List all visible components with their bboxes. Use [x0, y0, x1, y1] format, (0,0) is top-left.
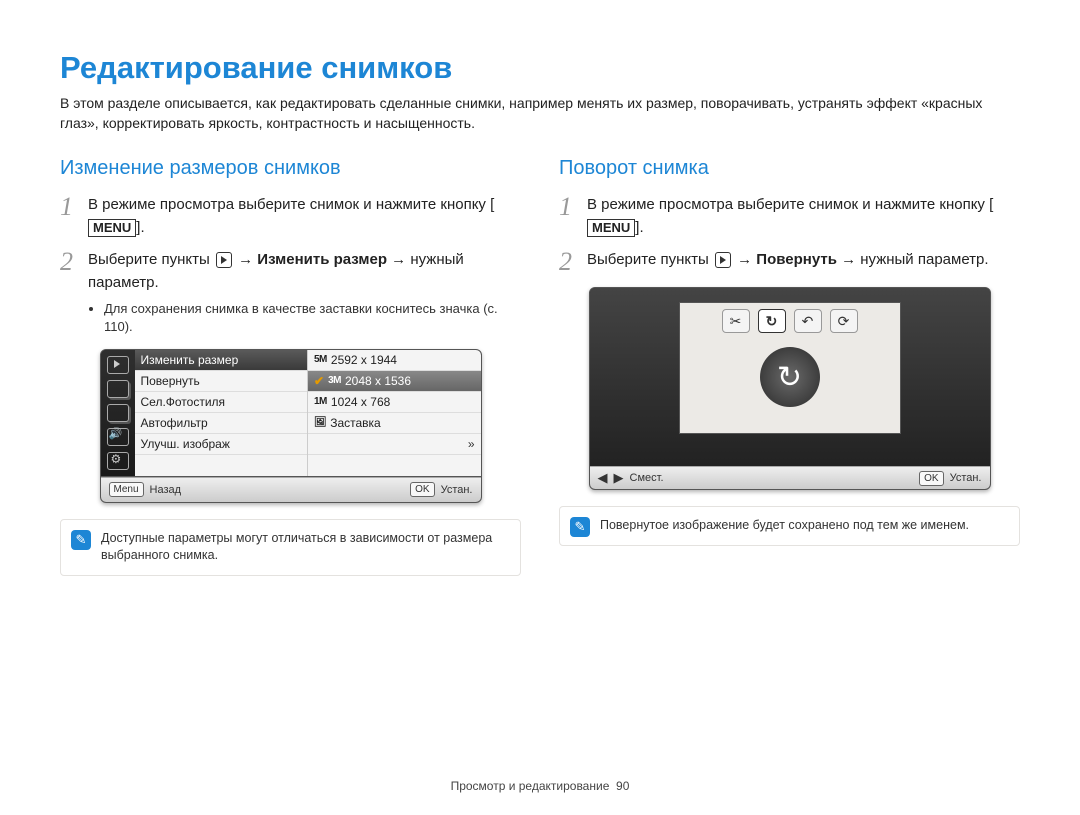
info-note-right: ✎ Повернутое изображение будет сохранено… — [559, 506, 1020, 546]
rotate-crop-icon[interactable]: ✂ — [722, 309, 750, 333]
camera-menu-list: Изменить размер Повернуть Сел.Фотостиля … — [135, 350, 309, 476]
note-text: Повернутое изображение будет сохранено п… — [600, 518, 969, 532]
step-body: В режиме просмотра выберите снимок и наж… — [88, 194, 521, 239]
menu-key: MENU — [88, 219, 136, 237]
menu-item[interactable]: Автофильтр — [135, 413, 308, 434]
set-label: Устан. — [950, 472, 982, 484]
ok-key: OK — [410, 482, 434, 497]
camera-footer: ◀ ▶ Смест. OK Устан. — [590, 466, 990, 489]
page-title: Редактирование снимков — [60, 50, 1020, 86]
menu-item[interactable]: Сел.Фотостиля — [135, 392, 308, 413]
rotate-flip-icon[interactable]: ⟳ — [830, 309, 858, 333]
footer-page-number: 90 — [616, 779, 629, 793]
menu-key: Menu — [109, 482, 144, 497]
check-icon: ✔ — [314, 371, 324, 391]
camera-side-icons — [101, 350, 135, 476]
menu-item[interactable]: Повернуть — [135, 371, 308, 392]
menu-item[interactable]: Улучш. изображ — [135, 434, 308, 455]
play-icon — [715, 252, 731, 268]
left-column: Изменение размеров снимков 1 В режиме пр… — [60, 157, 521, 575]
page-footer: Просмотр и редактирование 90 — [0, 779, 1080, 793]
camera-rotate-ui: ✂ ↻ ↶ ⟳ ↻ ◀ ▶ Смест. OK Устан. — [589, 287, 991, 490]
right-column: Поворот снимка 1 В режиме просмотра выбе… — [559, 157, 1020, 575]
menu-key: MENU — [587, 219, 635, 237]
manual-page: Редактирование снимков В этом разделе оп… — [0, 0, 1080, 815]
step-number: 2 — [60, 249, 78, 275]
settings-icon — [107, 452, 129, 470]
option-more[interactable]: » — [308, 434, 481, 455]
multi-view-icon — [107, 380, 129, 398]
info-icon: ✎ — [71, 530, 91, 550]
step-number: 1 — [60, 194, 78, 220]
left-step-2: 2 Выберите пункты → Изменить размер → ну… — [60, 249, 521, 336]
info-icon: ✎ — [570, 517, 590, 537]
multi-share-icon — [107, 404, 129, 422]
left-step-1: 1 В режиме просмотра выберите снимок и н… — [60, 194, 521, 239]
note-text: Доступные параметры могут отличаться в з… — [101, 531, 492, 563]
left-sub-1: Для сохранения снимка в качестве заставк… — [104, 300, 521, 336]
play-mode-icon — [107, 356, 129, 374]
sound-icon — [107, 428, 129, 446]
right-step-1: 1 В режиме просмотра выберите снимок и н… — [559, 194, 1020, 239]
option-item[interactable]: 5M 2592 x 1944 — [308, 350, 481, 371]
step-body: В режиме просмотра выберите снимок и наж… — [587, 194, 1020, 239]
right-step-2: 2 Выберите пункты → Повернуть → нужный п… — [559, 249, 1020, 275]
move-label: Смест. — [630, 472, 664, 484]
play-icon — [216, 252, 232, 268]
more-icon: » — [468, 434, 475, 454]
footer-section: Просмотр и редактирование — [451, 779, 610, 793]
step-number: 1 — [559, 194, 577, 220]
option-item[interactable]: ✔ 3M 2048 x 1536 — [308, 371, 481, 392]
rotate-left-icon[interactable]: ↶ — [794, 309, 822, 333]
rotate-preview: ✂ ↻ ↶ ⟳ ↻ — [679, 302, 901, 434]
step-body: Выберите пункты → Изменить размер → нужн… — [88, 249, 521, 336]
option-item[interactable]: 1M 1024 x 768 — [308, 392, 481, 413]
wallpaper-icon: 🖼 — [314, 413, 326, 433]
rotate-toolbar: ✂ ↻ ↶ ⟳ — [722, 309, 858, 333]
nav-right-icon: ▶ — [614, 470, 624, 486]
nav-left-icon: ◀ — [598, 470, 608, 486]
right-heading: Поворот снимка — [559, 157, 1020, 180]
menu-item[interactable]: Изменить размер — [135, 350, 308, 371]
step-body: Выберите пункты → Повернуть → нужный пар… — [587, 249, 1020, 272]
rotate-preview-arrow-icon: ↻ — [760, 347, 820, 407]
ok-key: OK — [919, 471, 943, 486]
back-label: Назад — [150, 484, 182, 496]
columns: Изменение размеров снимков 1 В режиме пр… — [60, 157, 1020, 575]
rotate-right-icon[interactable]: ↻ — [758, 309, 786, 333]
left-steps: 1 В режиме просмотра выберите снимок и н… — [60, 194, 521, 336]
left-substeps: Для сохранения снимка в качестве заставк… — [88, 300, 521, 336]
right-steps: 1 В режиме просмотра выберите снимок и н… — [559, 194, 1020, 275]
camera-option-list: 5M 2592 x 1944 ✔ 3M 2048 x 1536 1M 1024 … — [308, 350, 481, 476]
set-label: Устан. — [441, 484, 473, 496]
info-note-left: ✎ Доступные параметры могут отличаться в… — [60, 519, 521, 576]
option-item[interactable]: 🖼 Заставка — [308, 413, 481, 434]
camera-footer: Menu Назад OK Устан. — [101, 477, 481, 502]
left-heading: Изменение размеров снимков — [60, 157, 521, 180]
step-number: 2 — [559, 249, 577, 275]
camera-resize-menu-ui: Изменить размер Повернуть Сел.Фотостиля … — [100, 349, 482, 503]
page-intro: В этом разделе описывается, как редактир… — [60, 94, 1020, 133]
